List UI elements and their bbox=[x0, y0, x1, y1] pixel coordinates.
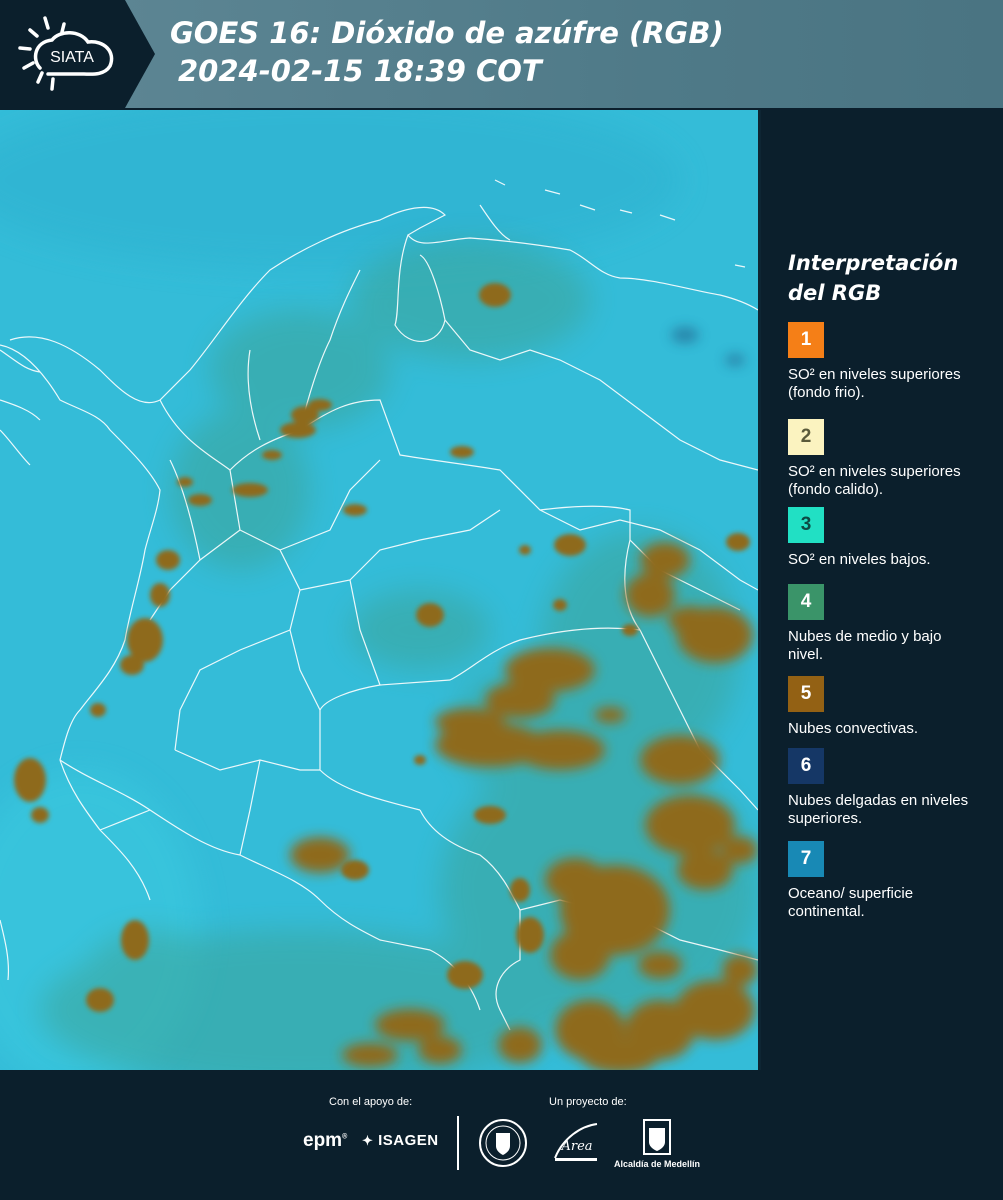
legend-swatch: 2 bbox=[788, 419, 824, 455]
isagen-mark-icon: ✦ bbox=[362, 1133, 374, 1148]
alcaldia-label: Alcaldía de Medellín bbox=[613, 1159, 701, 1169]
area-logo-text: Área bbox=[560, 1138, 592, 1154]
legend-swatch: 7 bbox=[788, 841, 824, 877]
map-edge bbox=[758, 110, 761, 1070]
area-metropolitana-logo: Área bbox=[554, 1123, 598, 1161]
legend-item-2: 2 SO² en niveles superiores (fondo calid… bbox=[788, 419, 978, 499]
legend-item-5: 5 Nubes convectivas. bbox=[788, 676, 978, 738]
header: SIATA GOES 16: Dióxido de azúfre (RGB) 2… bbox=[0, 0, 1003, 110]
project-label: Un proyecto de: bbox=[549, 1096, 627, 1108]
rgb-legend: Interpretación del RGB 1 SO² en niveles … bbox=[788, 248, 988, 920]
satellite-map bbox=[0, 110, 758, 1070]
page-title: GOES 16: Dióxido de azúfre (RGB) bbox=[170, 16, 724, 50]
epm-logo-text: epm bbox=[303, 1130, 343, 1151]
legend-item-1: 1 SO² en niveles superiores (fondo frio)… bbox=[788, 322, 978, 402]
medellin-seal-icon bbox=[479, 1119, 527, 1167]
legend-title: Interpretación del RGB bbox=[788, 248, 988, 308]
siata-logo-text: SIATA bbox=[50, 49, 94, 66]
legend-label: SO² en niveles superiores (fondo frio). bbox=[788, 366, 961, 401]
footer: Con el apoyo de: Un proyecto de: epm® ✦ … bbox=[0, 1070, 1003, 1200]
legend-label: Nubes delgadas en niveles superiores. bbox=[788, 792, 969, 827]
legend-swatch: 4 bbox=[788, 584, 824, 620]
siata-logo: SIATA bbox=[18, 16, 114, 91]
legend-item-7: 7 Oceano/ superficie continental. bbox=[788, 841, 978, 921]
legend-label: Nubes convectivas. bbox=[788, 720, 919, 737]
legend-swatch: 6 bbox=[788, 748, 824, 784]
isagen-logo-text: ISAGEN bbox=[378, 1132, 439, 1149]
isagen-logo: ✦ ISAGEN bbox=[362, 1132, 439, 1149]
legend-label: SO² en niveles superiores (fondo calido)… bbox=[788, 463, 961, 498]
legend-item-6: 6 Nubes delgadas en niveles superiores. bbox=[788, 748, 978, 828]
legend-swatch: 3 bbox=[788, 507, 824, 543]
legend-label: SO² en niveles bajos. bbox=[788, 551, 931, 568]
siata-logo-block: SIATA bbox=[0, 0, 155, 108]
epm-logo: epm® bbox=[303, 1130, 348, 1151]
legend-title-line1: Interpretación bbox=[788, 251, 959, 275]
support-label: Con el apoyo de: bbox=[329, 1096, 413, 1108]
footer-divider bbox=[457, 1116, 459, 1170]
legend-item-4: 4 Nubes de medio y bajo nivel. bbox=[788, 584, 978, 664]
legend-swatch: 1 bbox=[788, 322, 824, 358]
map-layer bbox=[0, 110, 758, 1070]
legend-swatch: 5 bbox=[788, 676, 824, 712]
legend-label: Nubes de medio y bajo nivel. bbox=[788, 628, 942, 663]
page-timestamp: 2024-02-15 18:39 COT bbox=[178, 54, 542, 88]
legend-item-3: 3 SO² en niveles bajos. bbox=[788, 507, 978, 569]
legend-title-line2: del RGB bbox=[788, 281, 882, 305]
legend-label: Oceano/ superficie continental. bbox=[788, 885, 914, 920]
